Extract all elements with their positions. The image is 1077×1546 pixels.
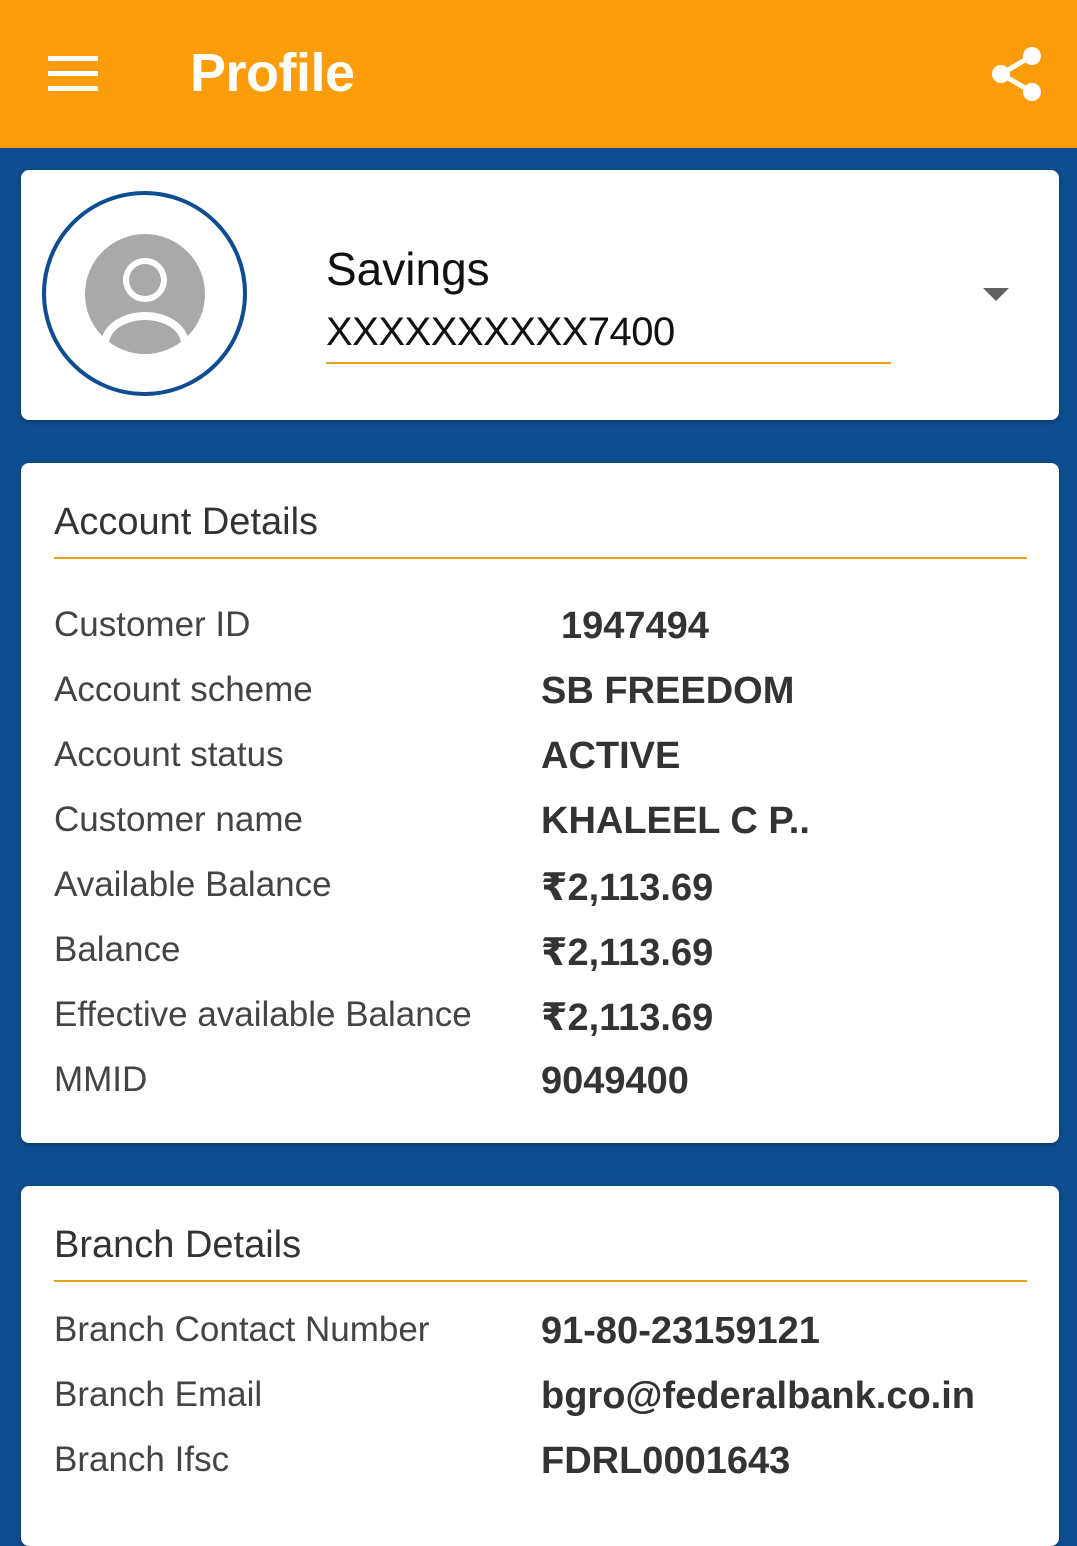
detail-label: MMID — [54, 1060, 148, 1099]
detail-row-available-balance: Available Balance ₹2,113.69 — [54, 865, 1034, 930]
detail-row-effective-balance: Effective available Balance ₹2,113.69 — [54, 995, 1034, 1060]
detail-row-mmid: MMID 9049400 — [54, 1060, 1034, 1125]
detail-row-branch-email: Branch Email bgro@federalbank.co.in — [54, 1375, 1034, 1440]
detail-label: Branch Ifsc — [54, 1440, 230, 1479]
page-title: Profile — [190, 43, 355, 103]
detail-value: ACTIVE — [541, 735, 681, 777]
divider — [54, 1280, 1027, 1282]
detail-value: FDRL0001643 — [541, 1440, 791, 1482]
account-selector-card: Savings XXXXXXXXXX7400 — [21, 170, 1059, 420]
detail-label: Customer name — [54, 800, 303, 839]
detail-value[interactable]: bgro@federalbank.co.in — [541, 1375, 975, 1418]
detail-value: ₹2,113.69 — [541, 867, 714, 909]
dropdown-arrow-icon[interactable] — [983, 288, 1009, 301]
detail-value: 1947494 — [561, 605, 709, 647]
detail-label: Branch Email — [54, 1375, 263, 1414]
user-avatar-icon — [84, 233, 205, 354]
detail-row-customer-name: Customer name KHALEEL C P.. — [54, 800, 1034, 865]
detail-row-account-status: Account status ACTIVE — [54, 735, 1034, 800]
detail-row-customer-id: Customer ID 1947494 — [54, 605, 1034, 670]
detail-label: Customer ID — [54, 605, 251, 644]
detail-label: Account status — [54, 735, 284, 774]
detail-row-branch-ifsc: Branch Ifsc FDRL0001643 — [54, 1440, 1034, 1505]
detail-label: Account scheme — [54, 670, 313, 709]
detail-row-account-scheme: Account scheme SB FREEDOM — [54, 670, 1034, 735]
account-type[interactable]: Savings — [326, 242, 490, 296]
account-details-card: Account Details Customer ID 1947494 Acco… — [21, 463, 1059, 1143]
detail-value: SB FREEDOM — [541, 670, 795, 712]
branch-details-card: Branch Details Branch Contact Number 91-… — [21, 1186, 1059, 1546]
account-select-underline — [326, 362, 891, 364]
app-bar: Profile — [0, 0, 1077, 148]
hamburger-menu-icon[interactable] — [48, 56, 98, 92]
share-icon[interactable] — [990, 46, 1044, 102]
detail-label: Balance — [54, 930, 181, 969]
section-title: Account Details — [54, 501, 319, 543]
detail-row-balance: Balance ₹2,113.69 — [54, 930, 1034, 995]
detail-value: 9049400 — [541, 1060, 689, 1102]
detail-value: ₹2,113.69 — [541, 997, 714, 1039]
account-number[interactable]: XXXXXXXXXX7400 — [326, 310, 675, 355]
detail-row-branch-contact: Branch Contact Number 91-80-23159121 — [54, 1310, 1034, 1375]
divider — [54, 557, 1027, 559]
detail-label: Available Balance — [54, 865, 332, 904]
detail-value: ₹2,113.69 — [541, 932, 714, 974]
avatar — [42, 191, 247, 396]
section-title: Branch Details — [54, 1224, 302, 1266]
detail-value: KHALEEL C P.. — [541, 800, 810, 842]
detail-label: Branch Contact Number — [54, 1310, 430, 1349]
branch-details-list: Branch Contact Number 91-80-23159121 Bra… — [54, 1310, 1034, 1505]
account-details-list: Customer ID 1947494 Account scheme SB FR… — [54, 605, 1034, 1125]
detail-label: Effective available Balance — [54, 995, 472, 1034]
detail-value[interactable]: 91-80-23159121 — [541, 1310, 820, 1353]
